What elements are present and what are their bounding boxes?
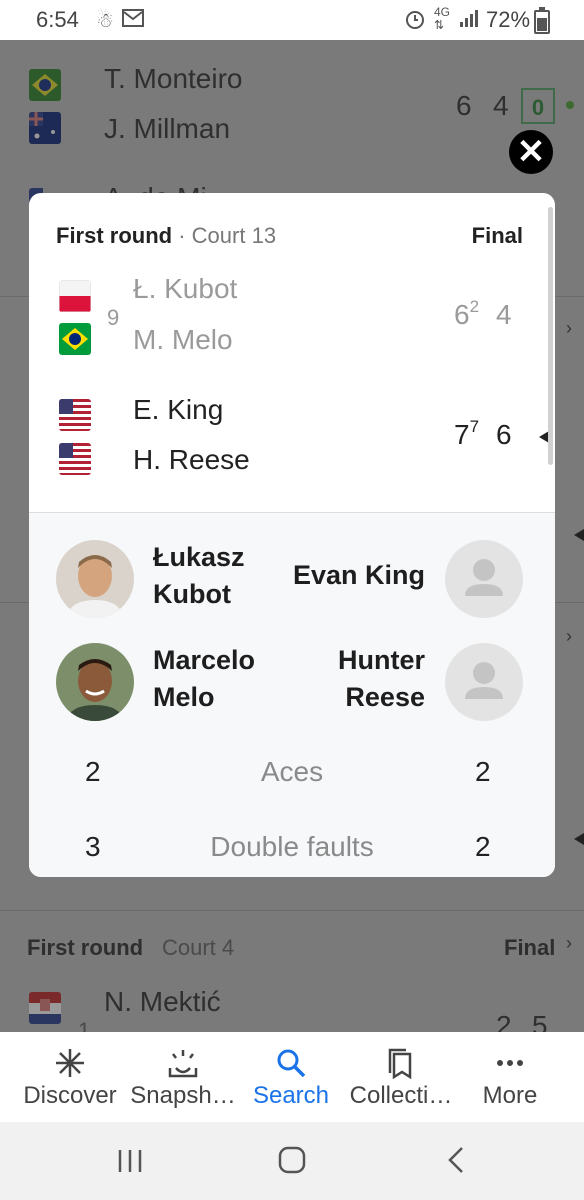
- stat-label: Aces: [260, 756, 324, 787]
- match-status: Final: [504, 935, 556, 960]
- battery-icon: [534, 7, 550, 34]
- player-name: E. King: [133, 394, 224, 425]
- alarm-icon: [404, 8, 426, 36]
- nav-label: More: [482, 1082, 538, 1109]
- player-full-name[interactable]: Hunter Reese: [279, 642, 425, 716]
- back-icon: [448, 1147, 463, 1173]
- close-icon: ✕: [516, 133, 546, 171]
- match-header: First round · Court 13: [56, 223, 276, 249]
- nav-label: Search: [252, 1082, 330, 1109]
- stat-left-value: 2: [85, 756, 101, 787]
- chevron-right-icon: ›: [566, 933, 572, 953]
- set-score: 77: [454, 417, 480, 450]
- live-indicator: [566, 101, 574, 109]
- system-navigation-bar: [0, 1122, 584, 1200]
- player-name: T. Monteiro: [104, 63, 243, 94]
- player-avatar[interactable]: [56, 540, 134, 618]
- set-score: 6: [496, 419, 512, 450]
- snapshot-icon: [126, 1046, 240, 1080]
- search-icon: [246, 1046, 336, 1080]
- chevron-right-icon: ›: [566, 318, 572, 338]
- player-name: Ł. Kubot: [133, 273, 238, 304]
- bottom-navigation: Discover Snapsh… Search Collecti… More: [0, 1032, 584, 1122]
- close-button[interactable]: ✕: [509, 130, 553, 174]
- match-status: Final: [471, 223, 523, 248]
- bookmarks-icon: [342, 1046, 460, 1080]
- battery-percent: 72%: [486, 7, 531, 32]
- stat-right-value: 2: [475, 756, 491, 787]
- brazil-flag-icon: [59, 323, 91, 355]
- winner-marker-icon: [574, 529, 584, 541]
- stat-left-value: 3: [85, 831, 101, 862]
- signal-icon: [458, 8, 480, 34]
- court-label: Court 4: [162, 935, 235, 960]
- player-name: N. Mektić: [104, 986, 221, 1017]
- scrollbar[interactable]: [548, 207, 553, 465]
- winner-marker-icon: [574, 833, 584, 845]
- player-full-name[interactable]: Evan King: [279, 557, 425, 594]
- set-score: 4: [496, 299, 512, 330]
- round-label: First round: [27, 935, 144, 960]
- set-score: 62: [454, 297, 480, 330]
- stat-label: Double faults: [210, 831, 374, 862]
- mail-icon: [122, 8, 144, 34]
- home-button[interactable]: [278, 1146, 306, 1179]
- nav-label: Snapsh…: [130, 1082, 236, 1109]
- asterisk-icon: [14, 1046, 126, 1080]
- recent-apps-button[interactable]: [116, 1148, 144, 1179]
- poland-flag-icon: [59, 280, 91, 312]
- seed: 9: [107, 305, 120, 330]
- set-score: 6: [456, 90, 472, 121]
- nav-snapshot[interactable]: Snapsh…: [126, 1046, 240, 1110]
- player-name: M. Melo: [133, 324, 233, 355]
- nav-label: Discover: [23, 1082, 117, 1109]
- stat-right-value: 2: [475, 831, 491, 862]
- player-full-name[interactable]: Marcelo Melo: [153, 642, 255, 716]
- us-flag-icon: [59, 399, 91, 431]
- set-score: 4: [493, 90, 509, 121]
- australia-flag-icon: [29, 112, 61, 144]
- separator: ·: [172, 223, 192, 248]
- us-flag-icon: [59, 443, 91, 475]
- more-dots-icon: [470, 1046, 550, 1080]
- brazil-flag-icon: [29, 69, 61, 101]
- status-bar: 6:54 ☃ 4G ⇅ 72%: [0, 0, 584, 40]
- notification-icon: ☃: [96, 10, 114, 32]
- court-label: Court 13: [191, 223, 277, 248]
- player-avatar[interactable]: [445, 643, 523, 721]
- player-stats-panel: Łukasz Kubot Evan King Marcelo Melo Hunter…: [29, 513, 555, 877]
- croatia-flag-icon: [29, 992, 61, 1024]
- player-avatar[interactable]: [445, 540, 523, 618]
- nav-label: Collecti…: [349, 1082, 453, 1109]
- round-label: First round: [56, 223, 173, 248]
- recent-apps-icon: [118, 1150, 142, 1172]
- current-game-score: 0: [521, 88, 555, 124]
- match-detail-card: First round · Court 13 Final 9 Ł. Kubot …: [29, 193, 555, 877]
- nav-discover[interactable]: Discover: [14, 1046, 126, 1110]
- player-name: J. Millman: [104, 113, 231, 144]
- chevron-right-icon: ›: [566, 626, 572, 646]
- clock: 6:54: [36, 7, 79, 32]
- player-name: H. Reese: [133, 444, 250, 475]
- home-icon: [278, 1146, 306, 1174]
- nav-collections[interactable]: Collecti…: [342, 1046, 460, 1110]
- nav-more[interactable]: More: [470, 1046, 550, 1110]
- player-full-name[interactable]: Łukasz Kubot: [153, 539, 245, 613]
- back-button[interactable]: [446, 1146, 466, 1179]
- nav-search[interactable]: Search: [246, 1046, 336, 1110]
- data-icon: 4G ⇅: [434, 5, 451, 32]
- player-avatar[interactable]: [56, 643, 134, 721]
